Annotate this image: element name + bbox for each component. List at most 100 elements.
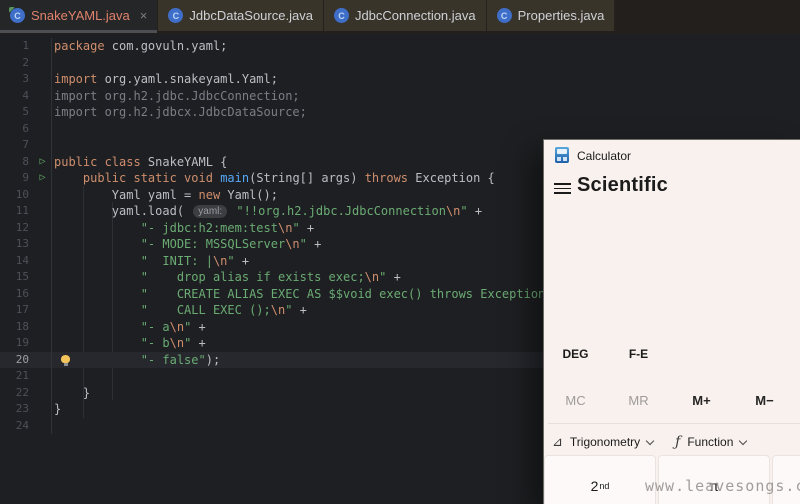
memory-button-mc: MC xyxy=(544,393,607,408)
gutter-glyph xyxy=(34,104,51,121)
gutter-glyph xyxy=(34,401,51,418)
code-line-5[interactable]: 5 import org.h2.jdbcx.JdbcDataSource; xyxy=(0,104,800,121)
calculator-window-title: Calculator xyxy=(577,149,632,163)
line-number: 17 xyxy=(15,303,29,316)
gutter-glyph xyxy=(34,269,51,286)
gutter-glyph xyxy=(34,319,51,336)
gutter-glyph xyxy=(34,137,51,154)
run-icon[interactable]: ▷ xyxy=(34,154,51,171)
inlay-hint: yaml: xyxy=(193,205,228,218)
tab-snakeyaml-java[interactable]: C SnakeYAML.java × xyxy=(0,0,159,33)
line-number: 9 xyxy=(22,171,29,184)
code-line-6[interactable]: 6 xyxy=(0,120,800,138)
code-text: package com.govuln.yaml; xyxy=(51,38,800,55)
gutter-glyph xyxy=(34,335,51,352)
code-text xyxy=(51,120,800,137)
line-number: 11 xyxy=(15,204,29,217)
line-number: 10 xyxy=(15,187,29,201)
class-icon: C xyxy=(333,8,349,23)
chevron-down-icon xyxy=(739,436,748,445)
line-number: 21 xyxy=(15,369,29,382)
code-text: import org.yaml.snakeyaml.Yaml; xyxy=(51,71,800,88)
divider xyxy=(548,423,800,424)
line-number: 6 xyxy=(22,121,29,135)
function-icon: ƒ xyxy=(675,434,681,450)
calculator-window: Calculator Scientific DEG F-E MC MR M+ M− ⊿… xyxy=(543,139,800,504)
line-number: 8 xyxy=(22,154,29,168)
tab-label: Properties.java xyxy=(517,8,605,23)
angle-unit-button[interactable]: DEG xyxy=(544,347,607,361)
gutter-glyph xyxy=(34,368,51,385)
class-icon: C xyxy=(168,8,184,23)
code-text xyxy=(51,54,800,71)
tab-label: JdbcConnection.java xyxy=(354,8,476,23)
memory-button-m[interactable]: M− xyxy=(733,393,796,408)
line-number: 20 xyxy=(15,352,29,366)
line-number: 4 xyxy=(22,88,29,102)
gutter-glyph xyxy=(34,38,51,55)
gutter-glyph xyxy=(34,253,51,270)
editor-tab-strip: C SnakeYAML.java × C JdbcDataSource.java C Jdb… xyxy=(0,0,800,34)
hamburger-menu-icon[interactable] xyxy=(554,183,571,194)
function-dropdown[interactable]: ƒ Function xyxy=(675,434,748,450)
code-line-4[interactable]: 4 import org.h2.jdbc.JdbcConnection; xyxy=(0,87,800,105)
line-number: 12 xyxy=(15,220,29,234)
line-number: 7 xyxy=(22,138,29,151)
gutter-glyph xyxy=(34,187,51,204)
code-text: import org.h2.jdbc.JdbcConnection; xyxy=(51,87,800,104)
gutter-glyph xyxy=(34,203,51,220)
tab-label: SnakeYAML.java xyxy=(31,8,130,23)
code-text: import org.h2.jdbcx.JdbcDataSource; xyxy=(51,104,800,121)
watermark-text: www.leavesongs.com xyxy=(645,477,800,495)
tab-jdbcdatasource-java[interactable]: C JdbcDataSource.java xyxy=(158,0,324,31)
line-number: 2 xyxy=(22,55,29,69)
line-number: 22 xyxy=(15,385,29,399)
trigonometry-dropdown[interactable]: ⊿ Trigonometry xyxy=(552,434,655,450)
gutter-glyph xyxy=(34,88,51,105)
class-icon: C xyxy=(496,8,512,23)
code-line-2[interactable]: 2 xyxy=(0,54,800,72)
function-dropdown-row: ⊿ Trigonometry ƒ Function xyxy=(552,434,748,450)
gutter-glyph xyxy=(34,418,51,435)
line-number: 19 xyxy=(15,336,29,349)
gutter-glyph xyxy=(34,286,51,303)
gutter-glyph xyxy=(34,55,51,72)
gutter-glyph xyxy=(34,385,51,402)
gutter-glyph xyxy=(34,352,51,369)
line-number: 5 xyxy=(22,105,29,118)
fe-button[interactable]: F-E xyxy=(607,347,670,361)
dropdown-label: Trigonometry xyxy=(569,435,641,449)
line-number: 24 xyxy=(15,418,29,432)
line-number: 18 xyxy=(15,319,29,333)
line-number: 16 xyxy=(15,286,29,300)
code-line-3[interactable]: 3 import org.yaml.snakeyaml.Yaml; xyxy=(0,71,800,88)
gutter-glyph xyxy=(34,302,51,319)
calculator-app-icon xyxy=(555,147,569,163)
angle-fe-row: DEG F-E xyxy=(544,347,670,361)
line-number: 1 xyxy=(22,39,29,52)
memory-button-mr: MR xyxy=(607,393,670,408)
line-number: 23 xyxy=(15,402,29,415)
line-number: 3 xyxy=(22,72,29,85)
calculator-mode-title: Scientific xyxy=(577,174,668,196)
memory-button-row: MC MR M+ M− xyxy=(544,393,796,408)
key-2nd[interactable]: 2nd xyxy=(544,455,656,504)
runnable-class-icon: C xyxy=(9,7,25,23)
tab-jdbcconnection-java[interactable]: C JdbcConnection.java xyxy=(323,0,487,31)
memory-button-m[interactable]: M+ xyxy=(670,393,733,408)
triangle-icon: ⊿ xyxy=(552,434,563,449)
intention-bulb-icon[interactable] xyxy=(61,354,70,366)
gutter-glyph xyxy=(34,121,51,138)
line-number: 15 xyxy=(15,270,29,283)
gutter-glyph xyxy=(34,236,51,253)
tab-label: JdbcDataSource.java xyxy=(189,8,313,23)
chevron-down-icon xyxy=(645,436,655,445)
dropdown-label: Function xyxy=(687,435,734,449)
line-number: 14 xyxy=(15,253,29,267)
gutter-glyph xyxy=(34,71,51,88)
close-icon[interactable]: × xyxy=(140,9,148,22)
run-icon[interactable]: ▷ xyxy=(34,170,51,187)
tab-properties-java[interactable]: C Properties.java xyxy=(486,0,616,31)
gutter-glyph xyxy=(34,220,51,237)
code-line-1[interactable]: 1 package com.govuln.yaml; xyxy=(0,38,800,55)
